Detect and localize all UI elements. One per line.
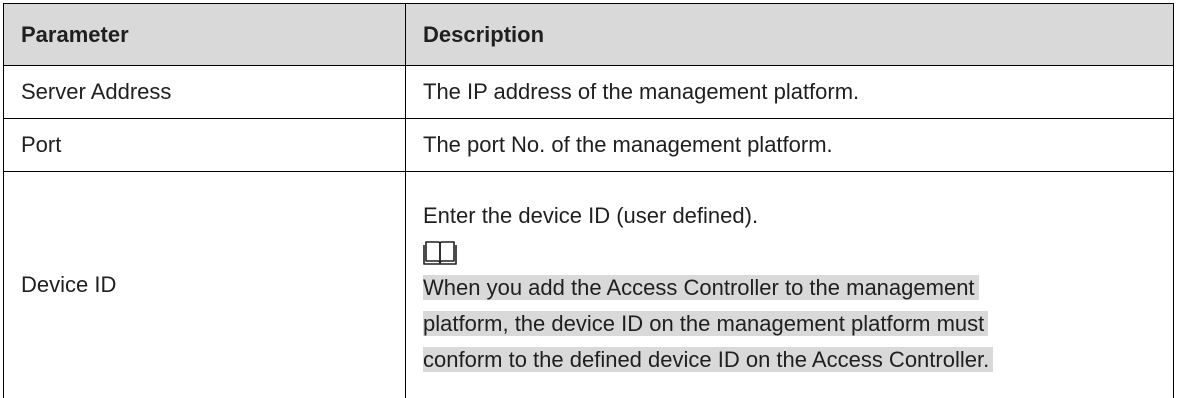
description-cell: Enter the device ID (user defined). When… [406,172,1174,398]
note-line: conform to the defined device ID on the … [423,347,993,372]
description-cell: The IP address of the management platfor… [406,66,1174,119]
description-cell: The port No. of the management platform. [406,119,1174,172]
table-row: Server Address The IP address of the man… [4,66,1174,119]
parameter-cell: Server Address [4,66,406,119]
description-block: Enter the device ID (user defined). When… [423,192,1161,378]
table-row: Port The port No. of the management plat… [4,119,1174,172]
note-line: When you add the Access Controller to th… [423,275,979,300]
header-description: Description [406,4,1174,66]
description-text: Enter the device ID (user defined). [423,200,1161,232]
table-header-row: Parameter Description [4,4,1174,66]
table-row: Device ID Enter the device ID (user defi… [4,172,1174,398]
parameter-table: Parameter Description Server Address The… [3,3,1174,398]
header-parameter: Parameter [4,4,406,66]
note-line: platform, the device ID on the managemen… [423,311,988,336]
book-icon [423,238,457,266]
parameter-cell: Port [4,119,406,172]
note-text: When you add the Access Controller to th… [423,270,1161,378]
parameter-cell: Device ID [4,172,406,398]
